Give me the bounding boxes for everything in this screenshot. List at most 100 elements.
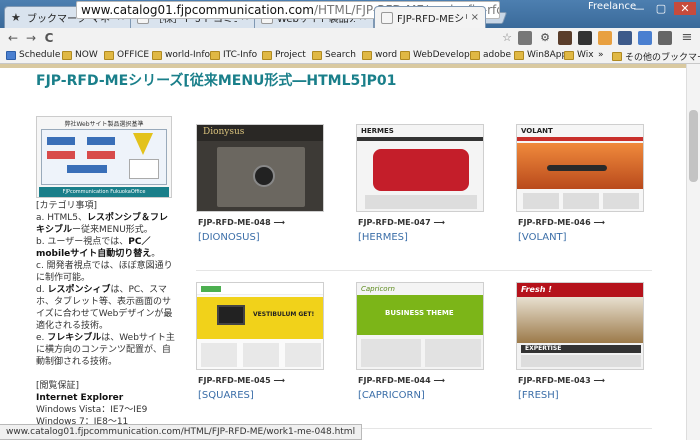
back-button[interactable]: ← (4, 31, 22, 45)
diagram-box (67, 165, 107, 173)
bookmark-adobe[interactable]: adobe (470, 50, 511, 60)
sidebar-description: [カテゴリ事項] a. HTML5、レスポンシブ＆フレキシブルー従来MENU形式… (36, 200, 176, 428)
star-icon: ★ (11, 10, 21, 24)
product-card-044[interactable]: Capricorn BUSINESS THEME FJP-RFD-ME-044 … (356, 282, 486, 401)
forward-button[interactable]: → (22, 31, 40, 45)
close-window-button[interactable]: ✕ (674, 2, 696, 15)
thumb-block (563, 193, 599, 209)
thumb-block (603, 193, 639, 209)
bookmark-webdeveloper[interactable]: WebDeveloper (400, 50, 479, 60)
bookmark-win8app[interactable]: Win8App (514, 50, 567, 60)
folder-icon (362, 50, 372, 60)
product-code[interactable]: FJP-RFD-ME-046 ⟶ (518, 218, 605, 227)
maximize-button[interactable]: ▢ (650, 2, 672, 15)
minimize-button[interactable]: — (628, 2, 650, 15)
product-thumbnail[interactable]: Capricorn BUSINESS THEME (356, 282, 484, 370)
product-code[interactable]: FJP-RFD-ME-044 ⟶ (358, 376, 445, 385)
bookmark-itc-info[interactable]: ITC-Info (210, 50, 257, 60)
thumb-hero (517, 297, 643, 343)
category-item-c: c. 開発者視点では、ほぼ意図通りに制作可能。 (36, 261, 173, 283)
product-thumbnail[interactable]: Dionysus (196, 124, 324, 212)
thumb-footer (365, 195, 477, 209)
product-code[interactable]: FJP-RFD-ME-045 ⟶ (198, 376, 285, 385)
folder-icon (564, 50, 574, 60)
extension-icon[interactable] (558, 31, 572, 45)
extension-icon[interactable] (658, 31, 672, 45)
bookmark-wix[interactable]: Wix (564, 50, 594, 60)
thumb-block (521, 355, 641, 367)
extension-icon[interactable] (578, 31, 592, 45)
thumb-block (523, 193, 559, 209)
folder-icon (262, 50, 272, 60)
bookmark-search[interactable]: Search (312, 50, 356, 60)
translate-icon[interactable] (638, 31, 652, 45)
bookmark-now[interactable]: NOW (62, 50, 98, 60)
scrollbar-thumb[interactable] (689, 110, 698, 182)
bookmark-project[interactable]: Project (262, 50, 306, 60)
page-content: FJP-RFD-MEシリーズ[従来MENU形式―HTML5]P01 弊社Webサ… (0, 64, 686, 440)
bookmark-world-info[interactable]: world-Info (152, 50, 210, 60)
bookmark-office[interactable]: OFFICE (104, 50, 149, 60)
product-name-link[interactable]: [HERMES] (358, 232, 408, 243)
image-caption: 弊社Webサイト製品選択基準 (64, 121, 144, 128)
product-code[interactable]: FJP-RFD-ME-047 ⟶ (358, 218, 445, 227)
thumb-block (243, 343, 279, 367)
bookmark-schedule[interactable]: Schedule (6, 50, 60, 60)
product-thumbnail[interactable]: HERMES (356, 124, 484, 212)
toolbar: ← → C (0, 28, 700, 48)
product-thumbnail[interactable]: Fresh ! EXPERTISE (516, 282, 644, 370)
product-code[interactable]: FJP-RFD-ME-048 ⟶ (198, 218, 285, 227)
product-name-link[interactable]: [CAPRICORN] (358, 390, 425, 401)
reload-button[interactable]: C (40, 31, 58, 45)
folder-icon (152, 50, 162, 60)
product-name-link[interactable]: [DIONOSUS] (198, 232, 260, 243)
thumb-nav (357, 137, 483, 141)
browser-window: ★ ブックマーク マネージャ × ［株］ＦＪＰコミュニケーション × Webサイ… (0, 0, 700, 440)
folder-icon (400, 50, 410, 60)
folder-icon (514, 50, 524, 60)
tab-fjp-rfd-me[interactable]: FJP-RFD-MEシリーズ［従来 × (374, 6, 486, 28)
product-thumbnail[interactable]: VESTIBULUM GET! (196, 282, 324, 370)
bookmarks-bar: Schedule NOW OFFICE world-Info ITC-Info … (0, 48, 700, 64)
bookmark-star-icon[interactable]: ☆ (500, 31, 514, 45)
product-code[interactable]: FJP-RFD-ME-043 ⟶ (518, 376, 605, 385)
thumb-headline: VESTIBULUM GET! (253, 311, 315, 318)
product-thumbnail[interactable]: VOLANT (516, 124, 644, 212)
bookmark-word[interactable]: word (362, 50, 397, 60)
product-name-link[interactable]: [FRESH] (518, 390, 559, 401)
magnifier-icon (253, 165, 275, 187)
amazon-icon[interactable] (598, 31, 612, 45)
laptop-icon (217, 305, 245, 325)
diagram-device (129, 159, 159, 179)
diagram-box (87, 151, 115, 159)
product-card-045[interactable]: VESTIBULUM GET! FJP-RFD-ME-045 ⟶ [SQUARE… (196, 282, 326, 401)
vertical-scrollbar[interactable] (686, 64, 700, 440)
product-name-link[interactable]: [SQUARES] (198, 390, 254, 401)
product-card-048[interactable]: Dionysus FJP-RFD-ME-048 ⟶ [DIONOSUS] (196, 124, 326, 243)
menu-icon[interactable]: ≡ (680, 31, 694, 45)
row-divider (196, 270, 652, 271)
product-card-046[interactable]: VOLANT FJP-RFD-ME-046 ⟶ [VOLANT] (516, 124, 646, 243)
product-card-047[interactable]: HERMES FJP-RFD-ME-047 ⟶ [HERMES] (356, 124, 486, 243)
bookmarks-overflow-chevron[interactable]: » (598, 50, 604, 60)
page-icon (381, 11, 393, 24)
extension-icon[interactable] (518, 31, 532, 45)
product-card-043[interactable]: Fresh ! EXPERTISE FJP-RFD-ME-043 ⟶ [FRES… (516, 282, 646, 401)
folder-icon (62, 50, 72, 60)
close-tab-icon[interactable]: × (471, 12, 479, 23)
thumb-block (201, 343, 237, 367)
gear-icon[interactable]: ⚙ (538, 31, 552, 45)
category-item-b: b. ユーザー視点では、PC／mobileサイト自動切り替え。 (36, 237, 161, 259)
image-footer: FJPcommunication FukuokaOffice (39, 187, 169, 197)
thumb-block (285, 343, 321, 367)
thumb-logo (201, 286, 221, 292)
vista-support: Windows Vista：IE7〜IE9 (36, 405, 148, 415)
shield-icon[interactable] (618, 31, 632, 45)
diagram-box (47, 137, 75, 145)
thumb-brand: Dionysus (203, 127, 245, 137)
thumb-headline: BUSINESS THEME (385, 309, 454, 317)
bookmark-other-folder[interactable]: その他のブックマーク (612, 50, 700, 63)
diagram-box (87, 137, 115, 145)
product-name-link[interactable]: [VOLANT] (518, 232, 567, 243)
thumb-hero (373, 149, 469, 191)
